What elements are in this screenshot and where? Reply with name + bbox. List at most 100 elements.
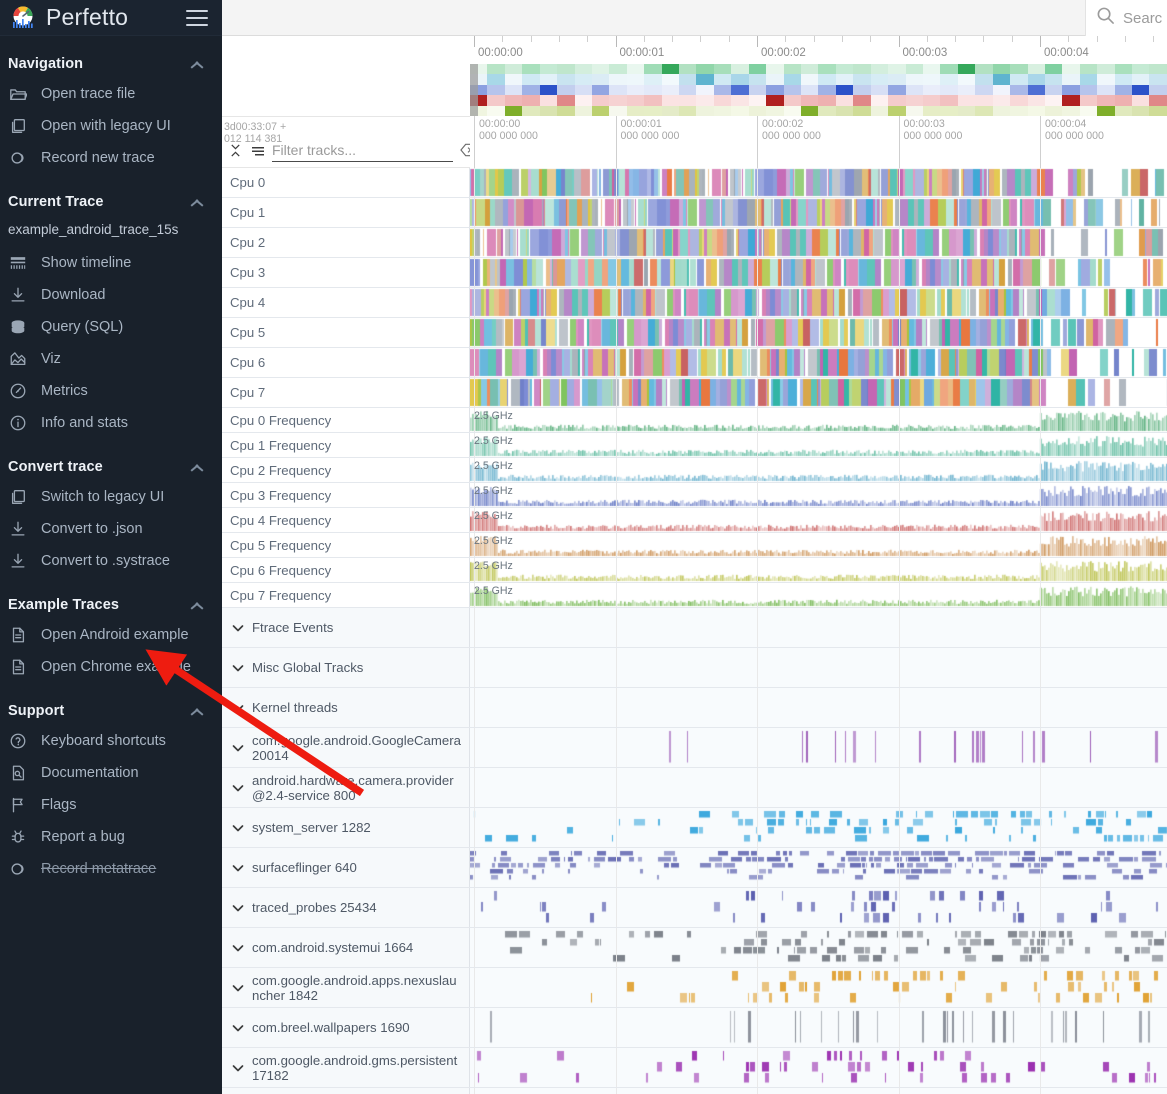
track-canvas[interactable] bbox=[470, 288, 1167, 317]
chevron-down-icon[interactable] bbox=[230, 1020, 246, 1036]
track-row[interactable]: com.breel.wallpapers 1690 bbox=[222, 1008, 1167, 1048]
track-row[interactable]: Ftrace Events bbox=[222, 608, 1167, 648]
track-shell-kernel-threads[interactable]: Kernel threads bbox=[222, 688, 470, 727]
chevron-down-icon[interactable] bbox=[230, 820, 246, 836]
sidebar-item-open-chrome-example[interactable]: Open Chrome example bbox=[0, 651, 222, 683]
track-row[interactable]: Cpu 4 bbox=[222, 288, 1167, 318]
track-shell-cpu-0-frequency[interactable]: Cpu 0 Frequency bbox=[222, 408, 470, 432]
track-shell-com-google-android-googlecamera-20014[interactable]: com.google.android.GoogleCamera 20014 bbox=[222, 728, 470, 767]
track-canvas[interactable] bbox=[470, 928, 1167, 967]
track-shell-surfaceflinger-640[interactable]: surfaceflinger 640 bbox=[222, 848, 470, 887]
track-row[interactable]: Cpu 6 Frequency 2.5 GHz bbox=[222, 558, 1167, 583]
track-shell-system-server-1282[interactable]: system_server 1282 bbox=[222, 808, 470, 847]
track-shell-cpu-4[interactable]: Cpu 4 bbox=[222, 288, 470, 317]
track-canvas[interactable]: 2.5 GHz bbox=[470, 558, 1167, 582]
track-row[interactable]: Cpu 1 bbox=[222, 198, 1167, 228]
track-row[interactable]: Cpu 3 Frequency 2.5 GHz bbox=[222, 483, 1167, 508]
sidebar-section-header[interactable]: Support bbox=[0, 683, 222, 725]
overview-minimap[interactable] bbox=[470, 64, 1167, 116]
hamburger-icon[interactable] bbox=[186, 9, 208, 26]
track-shell-cpu-2[interactable]: Cpu 2 bbox=[222, 228, 470, 257]
track-canvas[interactable]: 2.5 GHz bbox=[470, 433, 1167, 457]
chevron-down-icon[interactable] bbox=[230, 660, 246, 676]
track-row[interactable]: Cpu 2 Frequency 2.5 GHz bbox=[222, 458, 1167, 483]
track-canvas[interactable] bbox=[470, 728, 1167, 767]
track-shell-com-google-android-apps-messaging[interactable]: com.google.android.apps.messaging bbox=[222, 1088, 470, 1094]
track-canvas[interactable] bbox=[470, 608, 1167, 647]
track-canvas[interactable] bbox=[470, 1048, 1167, 1087]
track-row[interactable]: Cpu 1 Frequency 2.5 GHz bbox=[222, 433, 1167, 458]
track-row[interactable]: Misc Global Tracks bbox=[222, 648, 1167, 688]
track-row[interactable]: com.google.android.apps.messaging bbox=[222, 1088, 1167, 1094]
time-ruler[interactable]: 00:00:00 00:00:01 00:00:02 00:00:03 00:00:04 bbox=[470, 36, 1167, 64]
sidebar-item-keyboard-shortcuts[interactable]: Keyboard shortcuts bbox=[0, 725, 222, 757]
track-shell-traced-probes-25434[interactable]: traced_probes 25434 bbox=[222, 888, 470, 927]
track-row[interactable]: Cpu 5 bbox=[222, 318, 1167, 348]
track-canvas[interactable]: 2.5 GHz bbox=[470, 408, 1167, 432]
sidebar-item-convert-to-json[interactable]: Convert to .json bbox=[0, 513, 222, 545]
track-shell-ftrace-events[interactable]: Ftrace Events bbox=[222, 608, 470, 647]
sidebar-section-header[interactable]: Current Trace bbox=[0, 174, 222, 216]
chevron-down-icon[interactable] bbox=[230, 740, 246, 756]
track-row[interactable]: Cpu 5 Frequency 2.5 GHz bbox=[222, 533, 1167, 558]
filter-tracks-input[interactable] bbox=[272, 139, 453, 162]
sidebar-item-open-android-example[interactable]: Open Android example bbox=[0, 619, 222, 651]
track-canvas[interactable] bbox=[470, 1008, 1167, 1047]
track-canvas[interactable] bbox=[470, 888, 1167, 927]
track-canvas[interactable]: 2.5 GHz bbox=[470, 583, 1167, 607]
track-row[interactable]: com.google.android.apps.nexuslauncher 18… bbox=[222, 968, 1167, 1008]
track-shell-misc-global-tracks[interactable]: Misc Global Tracks bbox=[222, 648, 470, 687]
track-row[interactable]: com.google.android.GoogleCamera 20014 bbox=[222, 728, 1167, 768]
sidebar-item-download[interactable]: Download bbox=[0, 279, 222, 311]
chevron-down-icon[interactable] bbox=[230, 1060, 246, 1076]
track-shell-cpu-5[interactable]: Cpu 5 bbox=[222, 318, 470, 347]
track-shell-cpu-4-frequency[interactable]: Cpu 4 Frequency bbox=[222, 508, 470, 532]
chevron-up-icon[interactable] bbox=[190, 601, 204, 610]
sidebar-item-viz[interactable]: Viz bbox=[0, 343, 222, 375]
track-shell-com-breel-wallpapers-1690[interactable]: com.breel.wallpapers 1690 bbox=[222, 1008, 470, 1047]
track-row[interactable]: Cpu 4 Frequency 2.5 GHz bbox=[222, 508, 1167, 533]
track-canvas[interactable]: 2.5 GHz bbox=[470, 533, 1167, 557]
track-canvas[interactable] bbox=[470, 258, 1167, 287]
track-canvas[interactable] bbox=[470, 648, 1167, 687]
track-shell-com-android-systemui-1664[interactable]: com.android.systemui 1664 bbox=[222, 928, 470, 967]
track-row[interactable]: Cpu 7 Frequency 2.5 GHz bbox=[222, 583, 1167, 608]
track-canvas[interactable] bbox=[470, 318, 1167, 347]
track-shell-com-google-android-gms-persistent-17182[interactable]: com.google.android.gms.persistent 17182 bbox=[222, 1048, 470, 1087]
track-canvas[interactable] bbox=[470, 168, 1167, 197]
sidebar-item-open-trace-file[interactable]: Open trace file bbox=[0, 78, 222, 110]
track-canvas[interactable]: 2.5 GHz bbox=[470, 508, 1167, 532]
chevron-down-icon[interactable] bbox=[230, 980, 246, 996]
track-canvas[interactable]: 2.5 GHz bbox=[470, 458, 1167, 482]
omnibox[interactable]: Searc bbox=[1085, 0, 1167, 36]
sidebar-item-open-with-legacy-ui[interactable]: Open with legacy UI bbox=[0, 110, 222, 142]
track-row[interactable]: surfaceflinger 640 bbox=[222, 848, 1167, 888]
track-shell-cpu-2-frequency[interactable]: Cpu 2 Frequency bbox=[222, 458, 470, 482]
track-canvas[interactable] bbox=[470, 228, 1167, 257]
track-canvas[interactable] bbox=[470, 198, 1167, 227]
search-input[interactable]: Searc bbox=[1123, 10, 1162, 27]
chevron-up-icon[interactable] bbox=[190, 463, 204, 472]
sidebar-item-info-and-stats[interactable]: Info and stats bbox=[0, 407, 222, 439]
track-row[interactable]: system_server 1282 bbox=[222, 808, 1167, 848]
track-row[interactable]: traced_probes 25434 bbox=[222, 888, 1167, 928]
filter-lines-icon[interactable] bbox=[250, 143, 265, 158]
sidebar-item-record-metatrace[interactable]: Record metatrace bbox=[0, 853, 222, 885]
sidebar-item-metrics[interactable]: Metrics bbox=[0, 375, 222, 407]
sidebar-item-query-sql[interactable]: Query (SQL) bbox=[0, 311, 222, 343]
track-row[interactable]: com.google.android.gms.persistent 17182 bbox=[222, 1048, 1167, 1088]
track-shell-cpu-3[interactable]: Cpu 3 bbox=[222, 258, 470, 287]
track-canvas[interactable] bbox=[470, 768, 1167, 807]
sidebar-item-show-timeline[interactable]: Show timeline bbox=[0, 247, 222, 279]
track-canvas[interactable] bbox=[470, 1088, 1167, 1094]
track-row[interactable]: Cpu 6 bbox=[222, 348, 1167, 378]
sidebar-item-convert-to-systrace[interactable]: Convert to .systrace bbox=[0, 545, 222, 577]
track-shell-cpu-6-frequency[interactable]: Cpu 6 Frequency bbox=[222, 558, 470, 582]
sidebar-section-header[interactable]: Navigation bbox=[0, 36, 222, 78]
timeline-header-right[interactable]: 00:00:00 00:00:01 00:00:02 00:00:03 00:00:04… bbox=[470, 36, 1167, 168]
sidebar-section-header[interactable]: Convert trace bbox=[0, 439, 222, 481]
track-shell-cpu-7-frequency[interactable]: Cpu 7 Frequency bbox=[222, 583, 470, 607]
chevron-down-icon[interactable] bbox=[230, 620, 246, 636]
chevron-down-icon[interactable] bbox=[230, 780, 246, 796]
chevron-up-icon[interactable] bbox=[190, 707, 204, 716]
